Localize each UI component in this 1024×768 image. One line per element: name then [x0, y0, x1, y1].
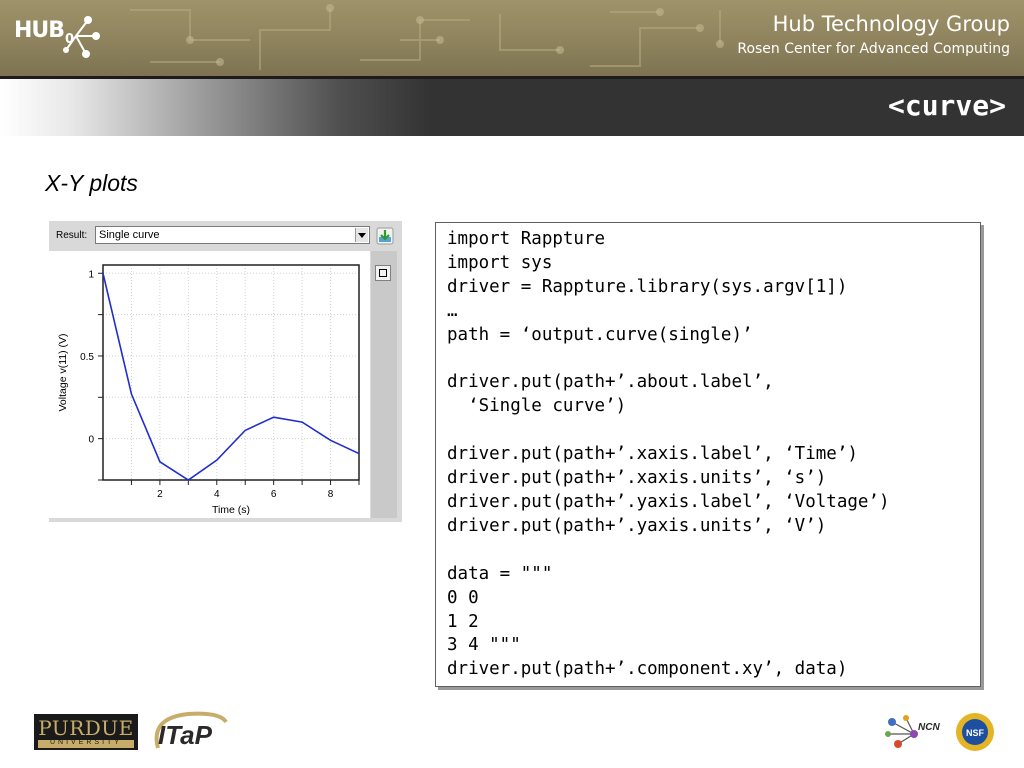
result-dropdown-value: Single curve	[99, 229, 160, 241]
code-line: 3 4 """	[447, 635, 521, 656]
code-line: path = ‘output.curve(single)’	[447, 324, 753, 345]
org-subtitle: Rosen Center for Advanced Computing	[737, 41, 1010, 57]
result-viewer-panel: Result: Single curve 0 0.5 1 2 4 6 8 Time (s) Vo…	[49, 221, 402, 522]
code-line: 0 0	[447, 587, 479, 608]
code-line: …	[447, 300, 458, 321]
zoom-reset-icon[interactable]	[375, 265, 391, 281]
result-label: Result:	[56, 230, 88, 241]
x-tick-label: 8	[328, 489, 334, 500]
code-listing: import Rappture import sys driver = Rapp…	[447, 228, 890, 682]
header-banner: HUB0 Hub Technology Group Rosen Center f…	[0, 0, 1024, 76]
code-line: import sys	[447, 252, 553, 273]
x-tick-label: 6	[271, 489, 277, 500]
x-tick-label: 2	[157, 489, 163, 500]
slide-subtitle: X-Y plots	[45, 170, 138, 196]
slide-title: <curve>	[887, 89, 1006, 122]
plot-area: 0 0.5 1 2 4 6 8 Time (s) Voltage v(11) (V)	[49, 251, 370, 518]
x-axis-label: Time (s)	[212, 504, 250, 516]
plot-toolbar	[371, 251, 397, 518]
code-box: import Rappture import sys driver = Rapp…	[435, 222, 981, 687]
code-line: driver.put(path+’.component.xy’, data)	[447, 659, 848, 680]
code-line: driver.put(path+’.xaxis.units’, ‘s’)	[447, 468, 827, 489]
code-line: driver = Rappture.library(sys.argv[1])	[447, 276, 848, 297]
code-line: driver.put(path+’.xaxis.label’, ‘Time’)	[447, 444, 858, 465]
org-name: Hub Technology Group	[772, 12, 1010, 36]
code-line: ‘Single curve’)	[447, 396, 627, 417]
chevron-down-icon[interactable]	[355, 228, 368, 242]
svg-text:NCN: NCN	[918, 722, 940, 733]
code-line: driver.put(path+’.about.label’,	[447, 372, 774, 393]
code-line: driver.put(path+’.yaxis.units’, ‘V’)	[447, 515, 827, 536]
nsf-seal: NSF	[956, 713, 994, 751]
series-line	[102, 273, 360, 481]
svg-text:NSF: NSF	[966, 728, 985, 738]
code-line: driver.put(path+’.yaxis.label’, ‘Voltage…	[447, 491, 890, 512]
title-bar: <curve>	[0, 79, 1024, 136]
svg-text:ITaP: ITaP	[158, 720, 213, 750]
purdue-logo: PURDUE UNIVERSITY	[34, 714, 138, 750]
code-line: data = """	[447, 563, 553, 584]
ncn-logo: NCN	[885, 715, 940, 748]
code-line: import Rappture	[447, 229, 606, 249]
x-tick-label: 4	[214, 489, 220, 500]
hub-network-icon	[63, 16, 100, 58]
code-line: 1 2	[447, 611, 479, 632]
plot-frame	[102, 264, 360, 481]
itap-logo: ITaP	[154, 711, 228, 750]
download-icon[interactable]	[376, 227, 394, 245]
y-axis-label: Voltage v(11) (V)	[57, 333, 69, 411]
y-tick-label: 1	[88, 269, 94, 280]
y-tick-label: 0	[88, 435, 94, 446]
xy-plot: 0 0.5 1 2 4 6 8 Time (s) Voltage v(11) (V)	[57, 264, 360, 516]
result-dropdown[interactable]: Single curve	[95, 226, 370, 244]
y-tick-label: 0.5	[80, 352, 94, 363]
